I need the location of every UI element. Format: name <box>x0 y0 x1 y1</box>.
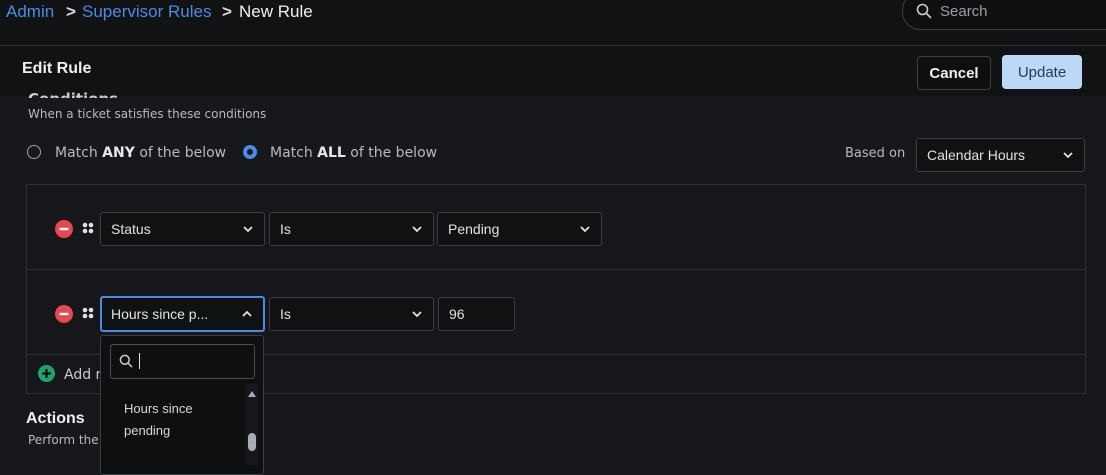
remove-condition-icon[interactable] <box>55 220 73 238</box>
match-any-label[interactable]: Match ANY of the below <box>55 145 226 161</box>
page-title: Edit Rule <box>22 60 92 77</box>
actions-subtitle: Perform the <box>28 433 99 447</box>
breadcrumb-supervisor-rules[interactable]: Supervisor Rules <box>82 0 211 24</box>
add-condition-icon[interactable] <box>38 365 55 382</box>
breadcrumb-current: New Rule <box>239 2 313 21</box>
chevron-down-icon <box>1062 151 1074 159</box>
search-icon <box>916 3 932 19</box>
scroll-up-icon[interactable] <box>248 391 256 397</box>
based-on-select[interactable]: Calendar Hours <box>916 138 1085 172</box>
match-any-radio[interactable] <box>27 145 41 159</box>
cancel-button[interactable]: Cancel <box>917 56 991 90</box>
remove-condition-icon[interactable] <box>55 305 73 323</box>
condition-value-select[interactable]: Pending <box>437 212 602 246</box>
condition-operator-value: Is <box>280 306 291 322</box>
search-icon <box>119 354 133 368</box>
row-divider <box>27 269 1085 270</box>
condition-field-select[interactable]: Hours since p... <box>100 296 265 332</box>
text-cursor <box>139 353 140 369</box>
condition-field-select[interactable]: Status <box>100 212 265 246</box>
condition-value: 96 <box>449 306 465 322</box>
drag-handle-icon[interactable] <box>82 222 94 234</box>
chevron-down-icon <box>411 225 423 233</box>
conditions-subtitle: When a ticket satisfies these conditions <box>28 107 267 121</box>
update-button[interactable]: Update <box>1002 55 1082 89</box>
match-all-radio[interactable] <box>243 145 257 159</box>
dropdown-option[interactable]: Hours since pending <box>124 398 234 442</box>
drag-handle-icon[interactable] <box>82 307 94 319</box>
based-on-label: Based on <box>845 146 906 161</box>
chevron-down-icon <box>579 225 591 233</box>
chevron-up-icon <box>241 310 253 318</box>
search-placeholder: Search <box>940 3 988 20</box>
chevron-down-icon <box>242 225 254 233</box>
condition-field-value: Status <box>111 221 151 237</box>
search-input[interactable] <box>902 0 1106 30</box>
condition-field-value: Hours since p... <box>111 306 209 322</box>
breadcrumb-separator: > <box>222 2 232 21</box>
conditions-title: Conditions <box>28 90 118 98</box>
add-condition-label[interactable]: Add n <box>64 367 104 383</box>
breadcrumb-separator: > <box>66 2 76 21</box>
condition-operator-select[interactable]: Is <box>269 212 434 246</box>
based-on-value: Calendar Hours <box>927 147 1026 163</box>
condition-value-input[interactable]: 96 <box>438 297 515 331</box>
match-all-label[interactable]: Match ALL of the below <box>270 145 437 161</box>
scrollbar-thumb[interactable] <box>248 433 256 451</box>
condition-value: Pending <box>448 221 500 237</box>
condition-operator-select[interactable]: Is <box>269 297 434 331</box>
condition-operator-value: Is <box>280 221 291 237</box>
actions-title: Actions <box>26 410 85 427</box>
chevron-down-icon <box>411 310 423 318</box>
breadcrumb-admin[interactable]: Admin <box>6 0 54 24</box>
